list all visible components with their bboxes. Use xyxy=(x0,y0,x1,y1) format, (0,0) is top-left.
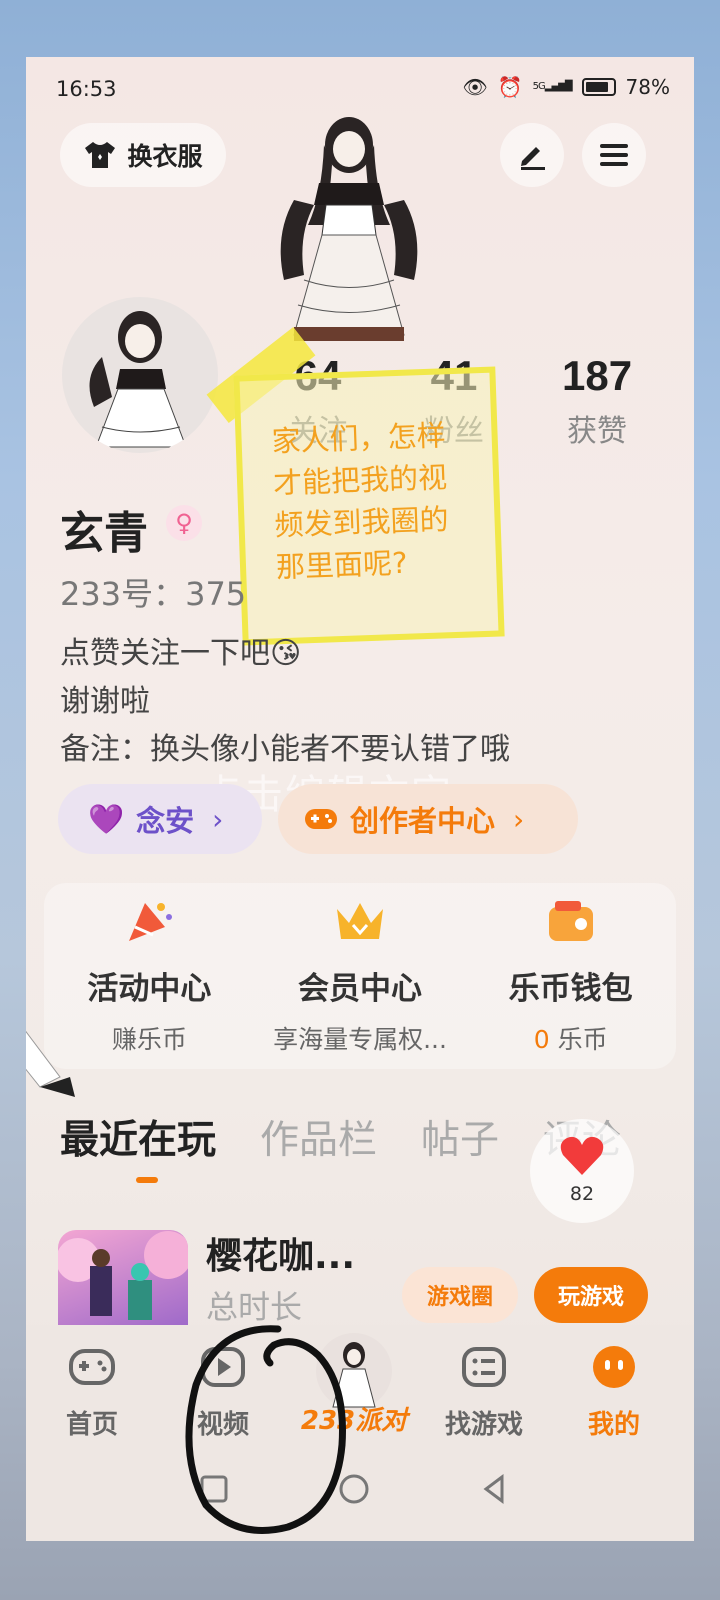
game-cover-image xyxy=(58,1231,188,1320)
coin-balance: 0 xyxy=(533,1025,550,1054)
friend-chip-label: 念安 xyxy=(136,804,195,838)
nav-home[interactable]: 首页 xyxy=(32,1345,152,1441)
play-game-button[interactable]: 玩游戏 xyxy=(534,1267,648,1323)
edit-profile-button[interactable] xyxy=(500,123,564,187)
likes-count: 187 xyxy=(562,352,633,399)
bottom-nav: 首页 视频 233派对 找游戏 我的 xyxy=(26,1325,694,1455)
chevron-right-icon: › xyxy=(212,802,224,836)
like-bubble[interactable]: 82 xyxy=(530,1119,634,1223)
user-id[interactable]: 233号：375 xyxy=(60,569,246,615)
change-outfit-label: 换衣服 xyxy=(127,142,203,171)
likes-stat[interactable]: 187 获赞 xyxy=(562,352,632,450)
sticky-note: 家人们，怎样才能把我的视频发到我圈的那里面呢? xyxy=(233,366,505,646)
female-icon: ♀ xyxy=(166,505,202,541)
vip-center-card[interactable]: 会员中心 享海量专属权... xyxy=(255,883,466,1069)
battery-percent: 78% xyxy=(625,75,670,99)
nav-mine-label: 我的 xyxy=(587,1410,640,1440)
tab-active-indicator xyxy=(136,1177,158,1183)
username: 玄青 xyxy=(60,508,148,559)
coin-unit: 乐币 xyxy=(557,1025,608,1054)
shirt-icon xyxy=(85,142,116,168)
tab-posts[interactable]: 帖子 xyxy=(421,1109,499,1165)
pen-icon xyxy=(521,147,545,170)
decorative-figure-edge xyxy=(26,1030,75,1097)
coin-wallet-card[interactable]: 乐币钱包 0 乐币 xyxy=(465,883,676,1069)
bio: 点赞关注一下吧😘 谢谢啦 备注：换头像小能者不要认错了哦 xyxy=(60,630,510,774)
nav-find-games-label: 找游戏 xyxy=(444,1410,523,1440)
signal-icon: 5G▂▄▆█ xyxy=(532,81,573,92)
coin-wallet-sub: 0 乐币 xyxy=(465,1020,676,1056)
list-icon xyxy=(462,1347,506,1387)
menu-button[interactable] xyxy=(582,123,646,187)
avatar-image xyxy=(89,311,187,448)
bio-line: 点赞关注一下吧😘 xyxy=(60,636,302,671)
network-label: 5G xyxy=(532,81,546,92)
crown-icon xyxy=(337,903,383,939)
tab-works[interactable]: 作品栏 xyxy=(260,1109,377,1165)
system-nav-buttons xyxy=(200,1474,504,1504)
character-avatar-figure[interactable] xyxy=(264,105,434,355)
heart-icon xyxy=(560,1136,604,1175)
vip-center-sub: 享海量专属权... xyxy=(273,1025,447,1054)
party-popper-icon xyxy=(129,903,173,941)
nav-mine[interactable]: 我的 xyxy=(554,1345,674,1441)
gamepad-icon xyxy=(69,1349,115,1385)
sticky-note-text: 家人们，怎样才能把我的视频发到我圈的那里面呢? xyxy=(271,418,450,585)
feature-cards: 活动中心 赚乐币 会员中心 享海量专属权... 乐币钱包 0 乐币 xyxy=(44,883,676,1069)
vip-center-title: 会员中心 xyxy=(298,971,422,1007)
purple-heart-icon: 💜 xyxy=(88,801,125,836)
game-title[interactable]: 樱花咖... xyxy=(206,1227,355,1279)
tab-recent-played[interactable]: 最近在玩 xyxy=(60,1109,216,1165)
phone-screen: 16:53 👁 ⏰ 5G▂▄▆█ 78% 换衣服 187 获赞 家人们，怎样才能… xyxy=(26,57,694,1541)
face-icon xyxy=(593,1346,635,1388)
profile-avatar[interactable] xyxy=(62,297,218,453)
creator-center-chip[interactable]: 创作者中心 › xyxy=(278,784,578,854)
nav-home-label: 首页 xyxy=(65,1410,118,1440)
gamepad-icon xyxy=(305,809,337,829)
friend-chip[interactable]: 💜 念安 › xyxy=(58,784,262,854)
chevron-right-icon: › xyxy=(513,802,525,836)
bio-line: 谢谢啦 xyxy=(60,684,150,719)
creator-center-label: 创作者中心 xyxy=(350,804,496,838)
game-thumbnail[interactable] xyxy=(58,1230,188,1330)
battery-icon xyxy=(581,78,616,96)
game-circle-button[interactable]: 游戏圈 xyxy=(402,1267,518,1323)
change-outfit-button[interactable]: 换衣服 xyxy=(60,123,226,187)
handwritten-circle-mark xyxy=(185,1325,346,1534)
status-icons: 👁 ⏰ 5G▂▄▆█ 78% xyxy=(462,75,670,99)
like-count: 82 xyxy=(569,1183,595,1205)
coin-wallet-title: 乐币钱包 xyxy=(508,971,633,1007)
eye-icon: 👁 xyxy=(462,75,488,99)
hamburger-menu-icon xyxy=(600,144,628,166)
status-time: 16:53 xyxy=(56,77,117,101)
alarm-icon: ⏰ xyxy=(497,75,523,99)
wallet-icon xyxy=(548,901,593,941)
likes-label: 获赞 xyxy=(567,414,628,449)
back-triangle-icon[interactable] xyxy=(483,1474,504,1504)
nav-find-games[interactable]: 找游戏 xyxy=(424,1345,544,1441)
system-navigation-bar xyxy=(26,1455,694,1541)
